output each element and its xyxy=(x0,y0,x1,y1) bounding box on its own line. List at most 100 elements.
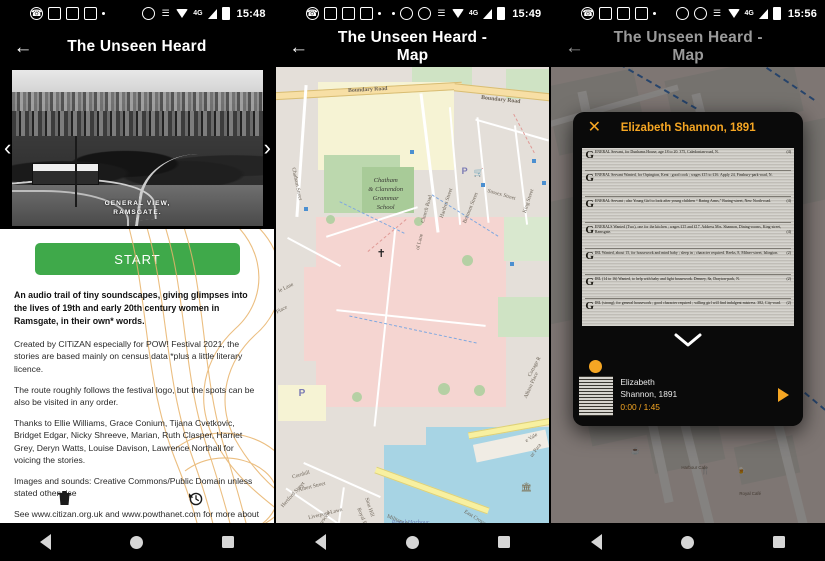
collapse-modal-button[interactable] xyxy=(573,326,803,354)
nav-recents-icon[interactable] xyxy=(497,536,510,548)
ad-count: (4) xyxy=(786,150,792,154)
newspaper-thumbnail xyxy=(579,376,614,416)
status-system-icons: ☰ 4G 15:48 xyxy=(142,7,265,20)
hero-carousel[interactable]: GENERAL VIEW, RAMSGATE. ‹ › xyxy=(0,67,274,229)
delete-icon[interactable] xyxy=(58,491,71,511)
nav-home-icon[interactable] xyxy=(405,535,419,549)
ad-count: (2) xyxy=(786,251,792,255)
intro-paragraph-thanks: Thanks to Ellie Williams, Grace Conium, … xyxy=(14,418,243,465)
android-nav-bar-2 xyxy=(275,523,550,561)
parking-icon: P xyxy=(298,388,306,399)
clipping-ad: G IRL (14 to 16) Wanted, to help with ba… xyxy=(585,277,791,287)
close-icon[interactable]: ✕ xyxy=(581,120,607,136)
clipping-ad: G ENERAL Servant ; also Young Girl to lo… xyxy=(585,199,791,209)
network-4g-icon: 4G xyxy=(744,10,754,17)
message-icon xyxy=(66,7,79,20)
battery-icon xyxy=(772,7,781,20)
back-button[interactable]: ← xyxy=(276,38,322,57)
wifi-icon xyxy=(176,9,189,18)
message-icon xyxy=(323,7,337,20)
ad-count: (4) xyxy=(786,230,792,235)
carousel-next-icon[interactable]: › xyxy=(264,137,271,159)
audio-player[interactable]: Elizabeth Shannon, 1891 0:00 / 1:45 xyxy=(573,354,804,426)
dnd-icon xyxy=(417,7,431,20)
map-green-area xyxy=(497,297,550,337)
nav-home-icon[interactable] xyxy=(681,535,695,549)
carousel-prev-icon[interactable]: ‹ xyxy=(4,137,11,159)
map-poi-marker[interactable] xyxy=(303,207,308,211)
status-bar-2: ☎ ☰ 4G 15:49 xyxy=(275,0,550,27)
nav-back-icon[interactable] xyxy=(590,534,602,550)
photo-caption: GENERAL VIEW, RAMSGATE. xyxy=(104,199,171,217)
whatsapp-icon: ☎ xyxy=(30,7,43,20)
ad-text: IRL (14 to 16) Wanted, to help with baby… xyxy=(594,277,740,281)
app-bar-1: ← The Unseen Heard xyxy=(0,27,274,67)
ad-text: IRL Wanted, about 15, for housework and … xyxy=(594,251,779,255)
screen-intro: ☎ ☰ 4G 15:48 ← The Unseen Heard GENERAL … xyxy=(0,0,274,561)
map-tree xyxy=(325,215,335,224)
calendar-icon xyxy=(617,7,631,20)
page-title: The Unseen Heard xyxy=(67,38,207,55)
wifi-icon xyxy=(727,9,740,18)
audio-timecode: 0:00 / 1:45 xyxy=(620,401,660,412)
calendar-icon xyxy=(48,7,61,20)
map-poi-marker[interactable] xyxy=(409,150,414,154)
newspaper-clipping[interactable]: G ENERAL Servant, for Dunhams House; age… xyxy=(582,148,795,326)
page-title: The Unseen Heard - Map xyxy=(613,29,763,64)
dropcap: G xyxy=(585,172,594,184)
map-tree xyxy=(461,255,473,266)
nav-back-icon[interactable] xyxy=(39,534,51,550)
instagram-icon xyxy=(635,7,649,20)
calendar-icon xyxy=(341,7,355,20)
nav-home-icon[interactable] xyxy=(129,535,143,549)
three-phone-screenshots: ☎ ☰ 4G 15:48 ← The Unseen Heard GENERAL … xyxy=(0,0,825,561)
map-poi-marker[interactable] xyxy=(480,183,485,187)
map-poi-marker[interactable] xyxy=(541,181,546,185)
status-clock: 15:48 xyxy=(236,7,266,20)
status-notification-icons-3: ☎ xyxy=(581,7,657,20)
alarm-icon xyxy=(142,7,156,20)
vibrate-icon: ☰ xyxy=(712,8,722,18)
osm-map[interactable]: P P 🛒 ✝ ✝ 🏛 Boundary Road Boundary Road … xyxy=(275,67,550,523)
audio-track-info: Elizabeth Shannon, 1891 0:00 / 1:45 xyxy=(620,377,677,414)
android-nav-bar-1 xyxy=(0,523,274,561)
start-button[interactable]: START xyxy=(35,243,240,275)
alarm-icon xyxy=(399,7,413,20)
clipping-ad: G ENERAL Servant Wanted, for Orpington, … xyxy=(585,173,791,183)
ad-text: ENERAL Servant ; also Young Girl to look… xyxy=(594,199,772,203)
map-poi-marker[interactable] xyxy=(509,262,514,266)
back-button[interactable]: ← xyxy=(551,38,597,57)
history-icon[interactable] xyxy=(188,491,203,511)
nav-recents-icon[interactable] xyxy=(773,536,786,548)
more-notifications-dot xyxy=(653,12,657,15)
church-icon: ✝ xyxy=(376,248,386,260)
signal-icon xyxy=(758,8,768,19)
battery-icon xyxy=(221,7,230,20)
intro-paragraph-credits: Created by CITiZAN especially for POW! F… xyxy=(14,339,243,374)
dropcap: G xyxy=(585,149,594,161)
status-system-icons-3: ☰ 4G 15:56 xyxy=(675,7,818,20)
network-4g-icon: 4G xyxy=(193,10,203,17)
map-poi-marker[interactable] xyxy=(531,159,536,163)
intro-toolbar xyxy=(0,485,274,517)
wifi-icon xyxy=(451,9,464,18)
vibrate-icon: ☰ xyxy=(437,8,446,18)
track-title-line1: Elizabeth xyxy=(620,377,655,387)
play-icon[interactable] xyxy=(778,388,790,402)
intro-body: GENERAL VIEW, RAMSGATE. ‹ › START An aud… xyxy=(0,67,274,523)
status-clock: 15:56 xyxy=(787,7,818,20)
museum-icon: 🏛 xyxy=(520,482,533,492)
status-notification-icons-2: ☎ xyxy=(305,7,381,20)
more-notifications-dot xyxy=(102,12,105,15)
android-nav-bar-3 xyxy=(551,523,825,561)
story-modal: ✕ Elizabeth Shannon, 1891 G ENERAL Serva… xyxy=(573,112,804,426)
map-tree xyxy=(473,385,485,396)
ad-count: (4) xyxy=(786,199,792,203)
nav-recents-icon[interactable] xyxy=(222,536,235,548)
ramsgate-photo: GENERAL VIEW, RAMSGATE. xyxy=(12,70,263,226)
nav-back-icon[interactable] xyxy=(315,534,327,550)
app-bar-2: ← The Unseen Heard - Map xyxy=(275,27,550,67)
back-button[interactable]: ← xyxy=(0,38,46,57)
shop-icon: 🛒 xyxy=(473,168,484,177)
network-4g-icon: 4G xyxy=(468,10,479,17)
